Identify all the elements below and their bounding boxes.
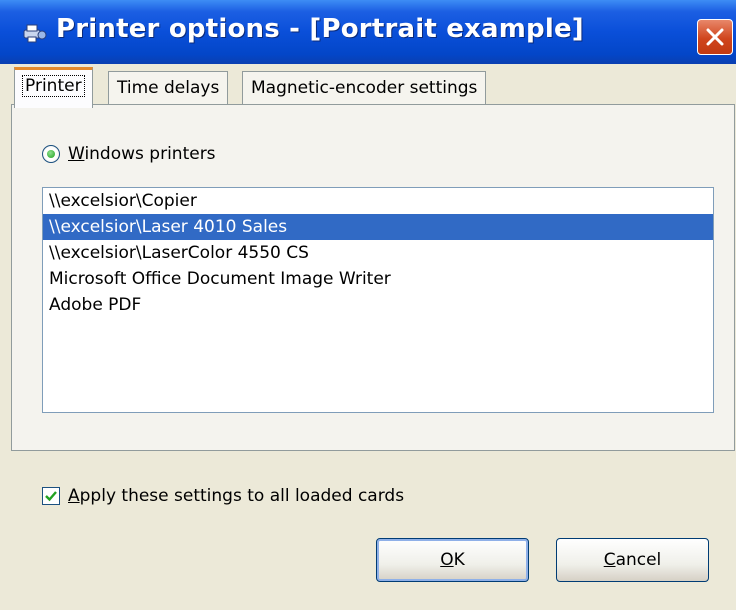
- windows-printers-label: Windows printers: [68, 144, 216, 164]
- ok-button[interactable]: OK: [376, 538, 529, 582]
- printer-list-item[interactable]: \\excelsior\Copier: [43, 188, 713, 214]
- cancel-label: ancel: [615, 550, 662, 570]
- apply-all-cards-option[interactable]: Apply these settings to all loaded cards: [42, 483, 404, 509]
- tab-printer[interactable]: Printer: [14, 67, 93, 108]
- windows-printers-option[interactable]: Windows printers: [42, 141, 216, 167]
- tab-time-delays[interactable]: Time delays: [108, 71, 229, 105]
- apply-all-label: Apply these settings to all loaded cards: [68, 486, 405, 506]
- printer-options-dialog: Printer options - [Portrait example] Pri…: [0, 0, 736, 610]
- windows-printers-radio[interactable]: [42, 145, 60, 163]
- cancel-mnemonic: C: [603, 550, 616, 570]
- checkmark-icon: [45, 491, 57, 502]
- printer-list[interactable]: \\excelsior\Copier \\excelsior\Laser 401…: [42, 187, 714, 413]
- tab-magnetic-encoder-settings[interactable]: Magnetic-encoder settings: [242, 71, 487, 105]
- tab-printer-label: Printer: [22, 75, 85, 97]
- title-bar[interactable]: Printer options - [Portrait example]: [0, 0, 736, 64]
- printer-list-item-selected[interactable]: \\excelsior\Laser 4010 Sales: [43, 214, 713, 240]
- printer-list-item[interactable]: Microsoft Office Document Image Writer: [43, 266, 713, 292]
- printer-tab-panel: Windows printers \\excelsior\Copier \\ex…: [11, 104, 735, 451]
- tab-time-delays-label: Time delays: [117, 78, 220, 98]
- printer-list-item[interactable]: \\excelsior\LaserColor 4550 CS: [43, 240, 713, 266]
- tab-magnetic-encoder-label: Magnetic-encoder settings: [251, 78, 478, 98]
- printer-app-icon: [23, 24, 47, 43]
- printer-list-item[interactable]: Adobe PDF: [43, 292, 713, 318]
- cancel-button[interactable]: Cancel: [556, 538, 709, 582]
- ok-mnemonic: O: [440, 550, 454, 570]
- apply-all-checkbox[interactable]: [42, 487, 60, 505]
- close-button[interactable]: [697, 19, 733, 55]
- close-icon: [706, 28, 724, 46]
- window-title: Printer options - [Portrait example]: [56, 14, 584, 44]
- ok-label: K: [453, 550, 465, 570]
